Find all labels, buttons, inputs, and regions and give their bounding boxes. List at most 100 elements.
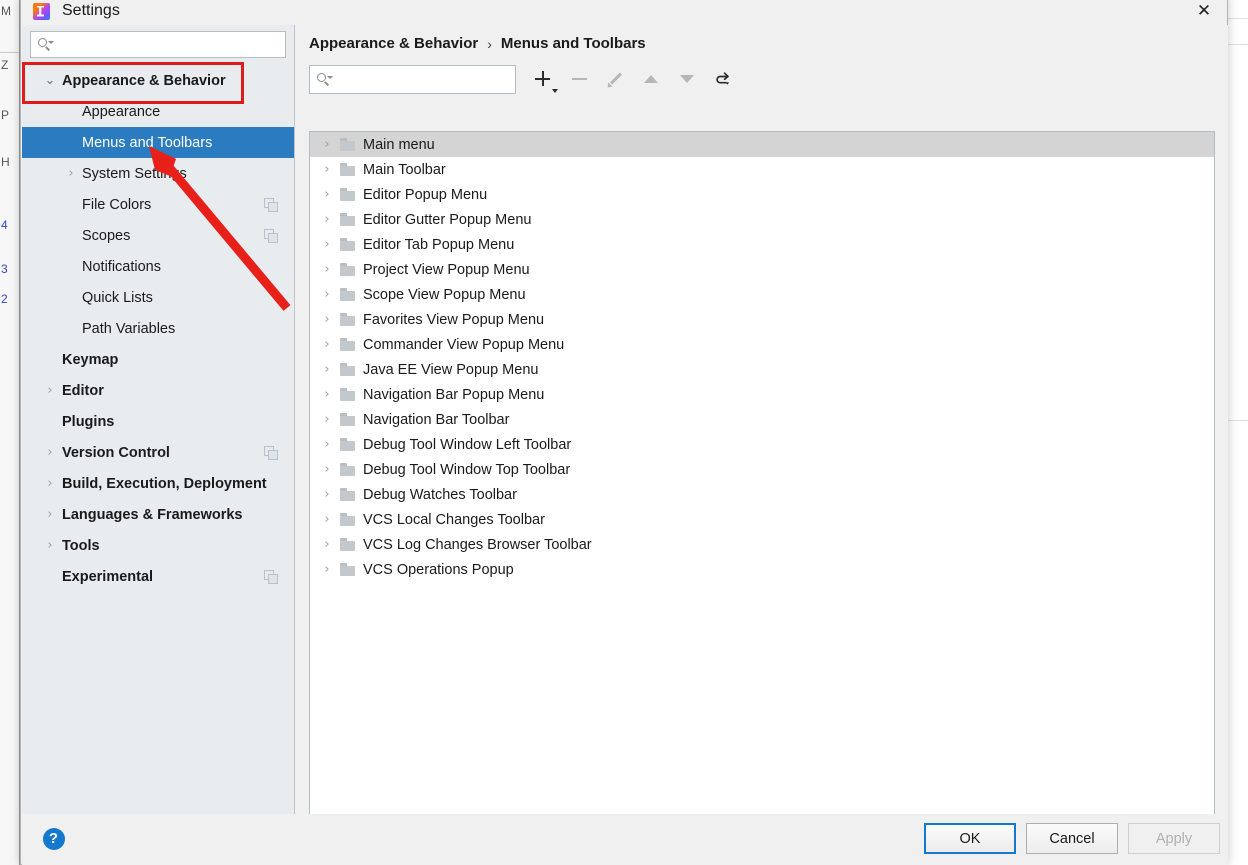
breadcrumb-parent[interactable]: Appearance & Behavior — [309, 35, 478, 52]
tree-row[interactable]: › VCS Operations Popup — [310, 557, 1214, 582]
sidebar-item-appearance-behavior[interactable]: ⌄Appearance & Behavior — [22, 65, 294, 96]
chevron-right-icon[interactable]: › — [44, 509, 56, 521]
edit-button[interactable] — [598, 64, 632, 94]
chevron-right-icon[interactable]: › — [318, 462, 336, 477]
sidebar-search-input[interactable] — [57, 36, 279, 53]
tree-row[interactable]: ›Main Toolbar — [310, 157, 1214, 182]
chevron-right-icon[interactable]: › — [318, 187, 336, 202]
breadcrumb-separator-icon: › — [487, 36, 492, 52]
dialog-titlebar: Settings ✕ — [21, 0, 1227, 25]
cancel-button[interactable]: Cancel — [1026, 823, 1118, 854]
chevron-down-icon[interactable]: ⌄ — [44, 75, 56, 87]
tree-row[interactable]: › Debug Tool Window Top Toolbar — [310, 457, 1214, 482]
sidebar-item-quick-lists[interactable]: Quick Lists — [22, 282, 294, 313]
restore-button[interactable] — [706, 64, 740, 94]
add-button[interactable] — [526, 64, 560, 94]
chevron-right-icon[interactable]: › — [318, 487, 336, 502]
ghost-line: 4 — [1, 218, 8, 232]
chevron-down-icon — [552, 89, 558, 93]
intellij-idea-logo-icon — [33, 3, 50, 20]
tree-row[interactable]: › Scope View Popup Menu — [310, 282, 1214, 307]
sidebar-item-languages-frameworks[interactable]: ›Languages & Frameworks — [22, 499, 294, 530]
sidebar-item-build-execution-deployment[interactable]: ›Build, Execution, Deployment — [22, 468, 294, 499]
copy-settings-icon[interactable] — [264, 570, 278, 584]
chevron-right-icon[interactable]: › — [318, 162, 336, 177]
chevron-right-icon[interactable]: › — [318, 337, 336, 352]
chevron-right-icon[interactable]: › — [65, 168, 77, 180]
tree-row[interactable]: › Navigation Bar Toolbar — [310, 407, 1214, 432]
tree-search-box[interactable] — [309, 65, 516, 94]
sidebar-item-label: Appearance — [82, 104, 160, 120]
folder-icon — [340, 438, 356, 451]
chevron-right-icon[interactable]: › — [318, 437, 336, 452]
remove-button[interactable] — [562, 64, 596, 94]
tree-row[interactable]: ›Debug Tool Window Left Toolbar — [310, 432, 1214, 457]
chevron-right-icon[interactable]: › — [318, 262, 336, 277]
tree-search-input[interactable] — [336, 71, 509, 88]
tree-row[interactable]: › Editor Gutter Popup Menu — [310, 207, 1214, 232]
sidebar-item-tools[interactable]: ›Tools — [22, 530, 294, 561]
sidebar-item-experimental[interactable]: Experimental — [22, 561, 294, 592]
settings-main-panel: Appearance & Behavior › Menus and Toolba… — [296, 25, 1228, 814]
chevron-right-icon[interactable]: › — [44, 385, 56, 397]
move-up-button[interactable] — [634, 64, 668, 94]
breadcrumb: Appearance & Behavior › Menus and Toolba… — [296, 25, 1228, 52]
chevron-right-icon[interactable]: › — [318, 412, 336, 427]
sidebar-item-editor[interactable]: ›Editor — [22, 375, 294, 406]
tree-row[interactable]: ›Editor Tab Popup Menu — [310, 232, 1214, 257]
apply-button[interactable]: Apply — [1128, 823, 1220, 854]
chevron-right-icon[interactable]: › — [318, 312, 336, 327]
tree-row-label: Navigation Bar Toolbar — [363, 412, 509, 428]
tree-row[interactable]: ›Favorites View Popup Menu — [310, 307, 1214, 332]
sidebar-item-file-colors[interactable]: File Colors — [22, 189, 294, 220]
ok-button[interactable]: OK — [924, 823, 1016, 854]
chevron-right-icon[interactable]: › — [44, 478, 56, 490]
chevron-right-icon[interactable]: › — [318, 512, 336, 527]
help-icon[interactable]: ? — [39, 824, 68, 853]
sidebar-item-system-settings[interactable]: ›System Settings — [22, 158, 294, 189]
copy-settings-icon[interactable] — [264, 229, 278, 243]
tree-row-label: Debug Tool Window Top Toolbar — [363, 462, 570, 478]
tree-row[interactable]: ›Navigation Bar Popup Menu — [310, 382, 1214, 407]
tree-row-label: VCS Operations Popup — [363, 562, 514, 578]
chevron-right-icon[interactable]: › — [318, 212, 336, 227]
sidebar-item-menus-and-toolbars[interactable]: Menus and Toolbars — [22, 127, 294, 158]
chevron-right-icon[interactable]: › — [44, 447, 56, 459]
tree-row[interactable]: ›Commander View Popup Menu — [310, 332, 1214, 357]
arrow-up-icon — [644, 75, 658, 83]
sidebar-search-box[interactable] — [30, 31, 286, 58]
chevron-right-icon[interactable]: › — [318, 362, 336, 377]
sidebar-item-appearance[interactable]: Appearance — [22, 96, 294, 127]
sidebar-item-scopes[interactable]: Scopes — [22, 220, 294, 251]
chevron-right-icon[interactable]: › — [318, 287, 336, 302]
tree-row[interactable]: ›Debug Watches Toolbar — [310, 482, 1214, 507]
tree-row[interactable]: ›VCS Local Changes Toolbar — [310, 507, 1214, 532]
sidebar-item-path-variables[interactable]: Path Variables — [22, 313, 294, 344]
chevron-right-icon[interactable]: › — [318, 387, 336, 402]
tree-row[interactable]: ›Java EE View Popup Menu — [310, 357, 1214, 382]
ghost-line: 2 — [1, 292, 8, 306]
copy-settings-icon[interactable] — [264, 446, 278, 460]
tree-row[interactable]: ›Main menu — [310, 132, 1214, 157]
sidebar-item-label: Notifications — [82, 259, 161, 275]
copy-settings-icon[interactable] — [264, 198, 278, 212]
chevron-right-icon[interactable]: › — [318, 537, 336, 552]
tree-row-label: Scope View Popup Menu — [363, 287, 526, 303]
chevron-right-icon[interactable]: › — [44, 540, 56, 552]
folder-icon — [340, 488, 356, 501]
sidebar-item-notifications[interactable]: Notifications — [22, 251, 294, 282]
tree-row[interactable]: ›Editor Popup Menu — [310, 182, 1214, 207]
ghost-line: H — [1, 155, 10, 169]
move-down-button[interactable] — [670, 64, 704, 94]
sidebar-item-keymap[interactable]: Keymap — [22, 344, 294, 375]
menus-and-toolbars-tree[interactable]: ›Main menu›Main Toolbar›Editor Popup Men… — [309, 131, 1215, 825]
chevron-right-icon[interactable]: › — [318, 137, 336, 152]
sidebar-item-plugins[interactable]: Plugins — [22, 406, 294, 437]
chevron-right-icon[interactable]: › — [318, 562, 336, 577]
close-icon[interactable]: ✕ — [1181, 0, 1227, 25]
tree-row[interactable]: ›Project View Popup Menu — [310, 257, 1214, 282]
tree-row[interactable]: ›VCS Log Changes Browser Toolbar — [310, 532, 1214, 557]
chevron-right-icon[interactable]: › — [318, 237, 336, 252]
sidebar-item-version-control[interactable]: ›Version Control — [22, 437, 294, 468]
tree-row-label: Editor Gutter Popup Menu — [363, 212, 531, 228]
